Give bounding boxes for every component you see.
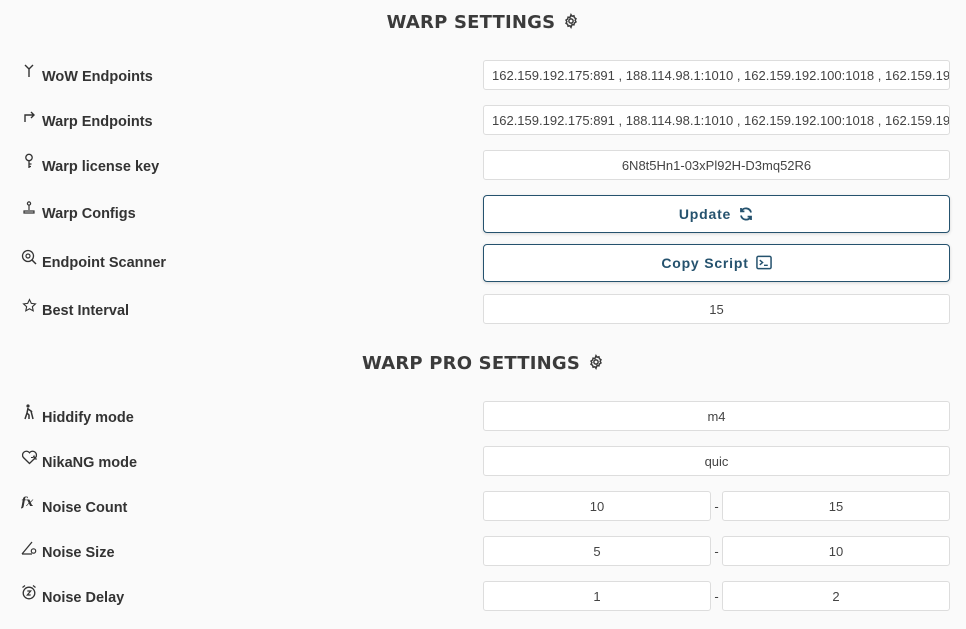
nikang-mode-row: NikaNG mode quic (0, 446, 966, 480)
endpoint-scanner-label: Endpoint Scanner (42, 255, 167, 271)
warp-license-input[interactable]: 6N8t5Hn1-03xPl92H-D3mq52R6 (483, 150, 950, 180)
warp-settings-title: WARP SETTINGS (386, 12, 556, 33)
warp-endpoints-input[interactable]: 162.159.192.175:891 , 188.114.98.1:1010 … (483, 105, 950, 135)
copy-script-button[interactable]: Copy Script (483, 244, 950, 282)
best-interval-row: Best Interval 15 (0, 294, 966, 328)
key-icon (20, 152, 38, 170)
scan-eye-icon (20, 248, 38, 266)
refresh-icon (738, 206, 754, 222)
warp-configs-label: Warp Configs (42, 206, 136, 222)
hiddify-mode-input[interactable]: m4 (483, 401, 950, 431)
svg-text:fx: fx (21, 495, 34, 509)
walking-person-icon (20, 403, 38, 421)
warp-license-row: Warp license key 6N8t5Hn1-03xPl92H-D3mq5… (0, 150, 966, 184)
joystick-icon (20, 199, 38, 217)
gear-icon (590, 353, 602, 370)
best-interval-input[interactable]: 15 (483, 294, 950, 324)
wow-endpoints-label: WoW Endpoints (42, 69, 153, 85)
function-icon: fx (20, 493, 38, 511)
noise-count-max-input[interactable]: 15 (722, 491, 950, 521)
fork-arrow-icon (20, 62, 38, 80)
warp-endpoints-row: Warp Endpoints 162.159.192.175:891 , 188… (0, 105, 966, 139)
gear-icon (565, 12, 578, 29)
copy-script-button-label: Copy Script (661, 255, 749, 271)
range-separator: - (714, 588, 719, 604)
nikang-mode-label: NikaNG mode (42, 455, 138, 471)
wow-endpoints-row: WoW Endpoints 162.159.192.175:891 , 188.… (0, 60, 966, 94)
range-separator: - (714, 498, 719, 514)
best-interval-label: Best Interval (42, 303, 130, 319)
ruler-icon (20, 538, 38, 556)
warp-pro-settings-title: WARP PRO SETTINGS (361, 353, 581, 374)
alarm-clock-icon (20, 583, 38, 601)
noise-size-row: Noise Size 5 - 10 (0, 536, 966, 570)
warp-endpoints-label: Warp Endpoints (42, 114, 153, 130)
update-button-label: Update (678, 206, 732, 222)
noise-size-min-input[interactable]: 5 (483, 536, 711, 566)
warp-configs-row: Warp Configs Update (0, 195, 966, 233)
noise-count-min-input[interactable]: 10 (483, 491, 711, 521)
noise-count-label: Noise Count (42, 500, 128, 516)
noise-delay-max-input[interactable]: 2 (722, 581, 950, 611)
terminal-icon (755, 255, 772, 271)
turn-arrow-icon (20, 107, 38, 125)
update-button[interactable]: Update (483, 195, 950, 233)
wow-endpoints-input[interactable]: 162.159.192.175:891 , 188.114.98.1:1010 … (483, 60, 950, 90)
nikang-mode-input[interactable]: quic (483, 446, 950, 476)
warp-pro-settings-heading: WARP PRO SETTINGS (0, 353, 966, 374)
noise-size-max-input[interactable]: 10 (722, 536, 950, 566)
star-icon (20, 296, 38, 314)
noise-count-row: fx Noise Count 10 - 15 (0, 491, 966, 525)
hiddify-mode-label: Hiddify mode (42, 410, 134, 426)
heart-pulse-icon (20, 448, 38, 466)
noise-delay-row: Noise Delay 1 - 2 (0, 581, 966, 615)
warp-license-label: Warp license key (42, 159, 160, 175)
warp-settings-heading: WARP SETTINGS (0, 12, 966, 33)
endpoint-scanner-row: Endpoint Scanner Copy Script (0, 244, 966, 282)
noise-delay-min-input[interactable]: 1 (483, 581, 711, 611)
noise-delay-label: Noise Delay (42, 590, 125, 606)
range-separator: - (714, 543, 719, 559)
hiddify-mode-row: Hiddify mode m4 (0, 401, 966, 435)
noise-size-label: Noise Size (42, 545, 115, 561)
